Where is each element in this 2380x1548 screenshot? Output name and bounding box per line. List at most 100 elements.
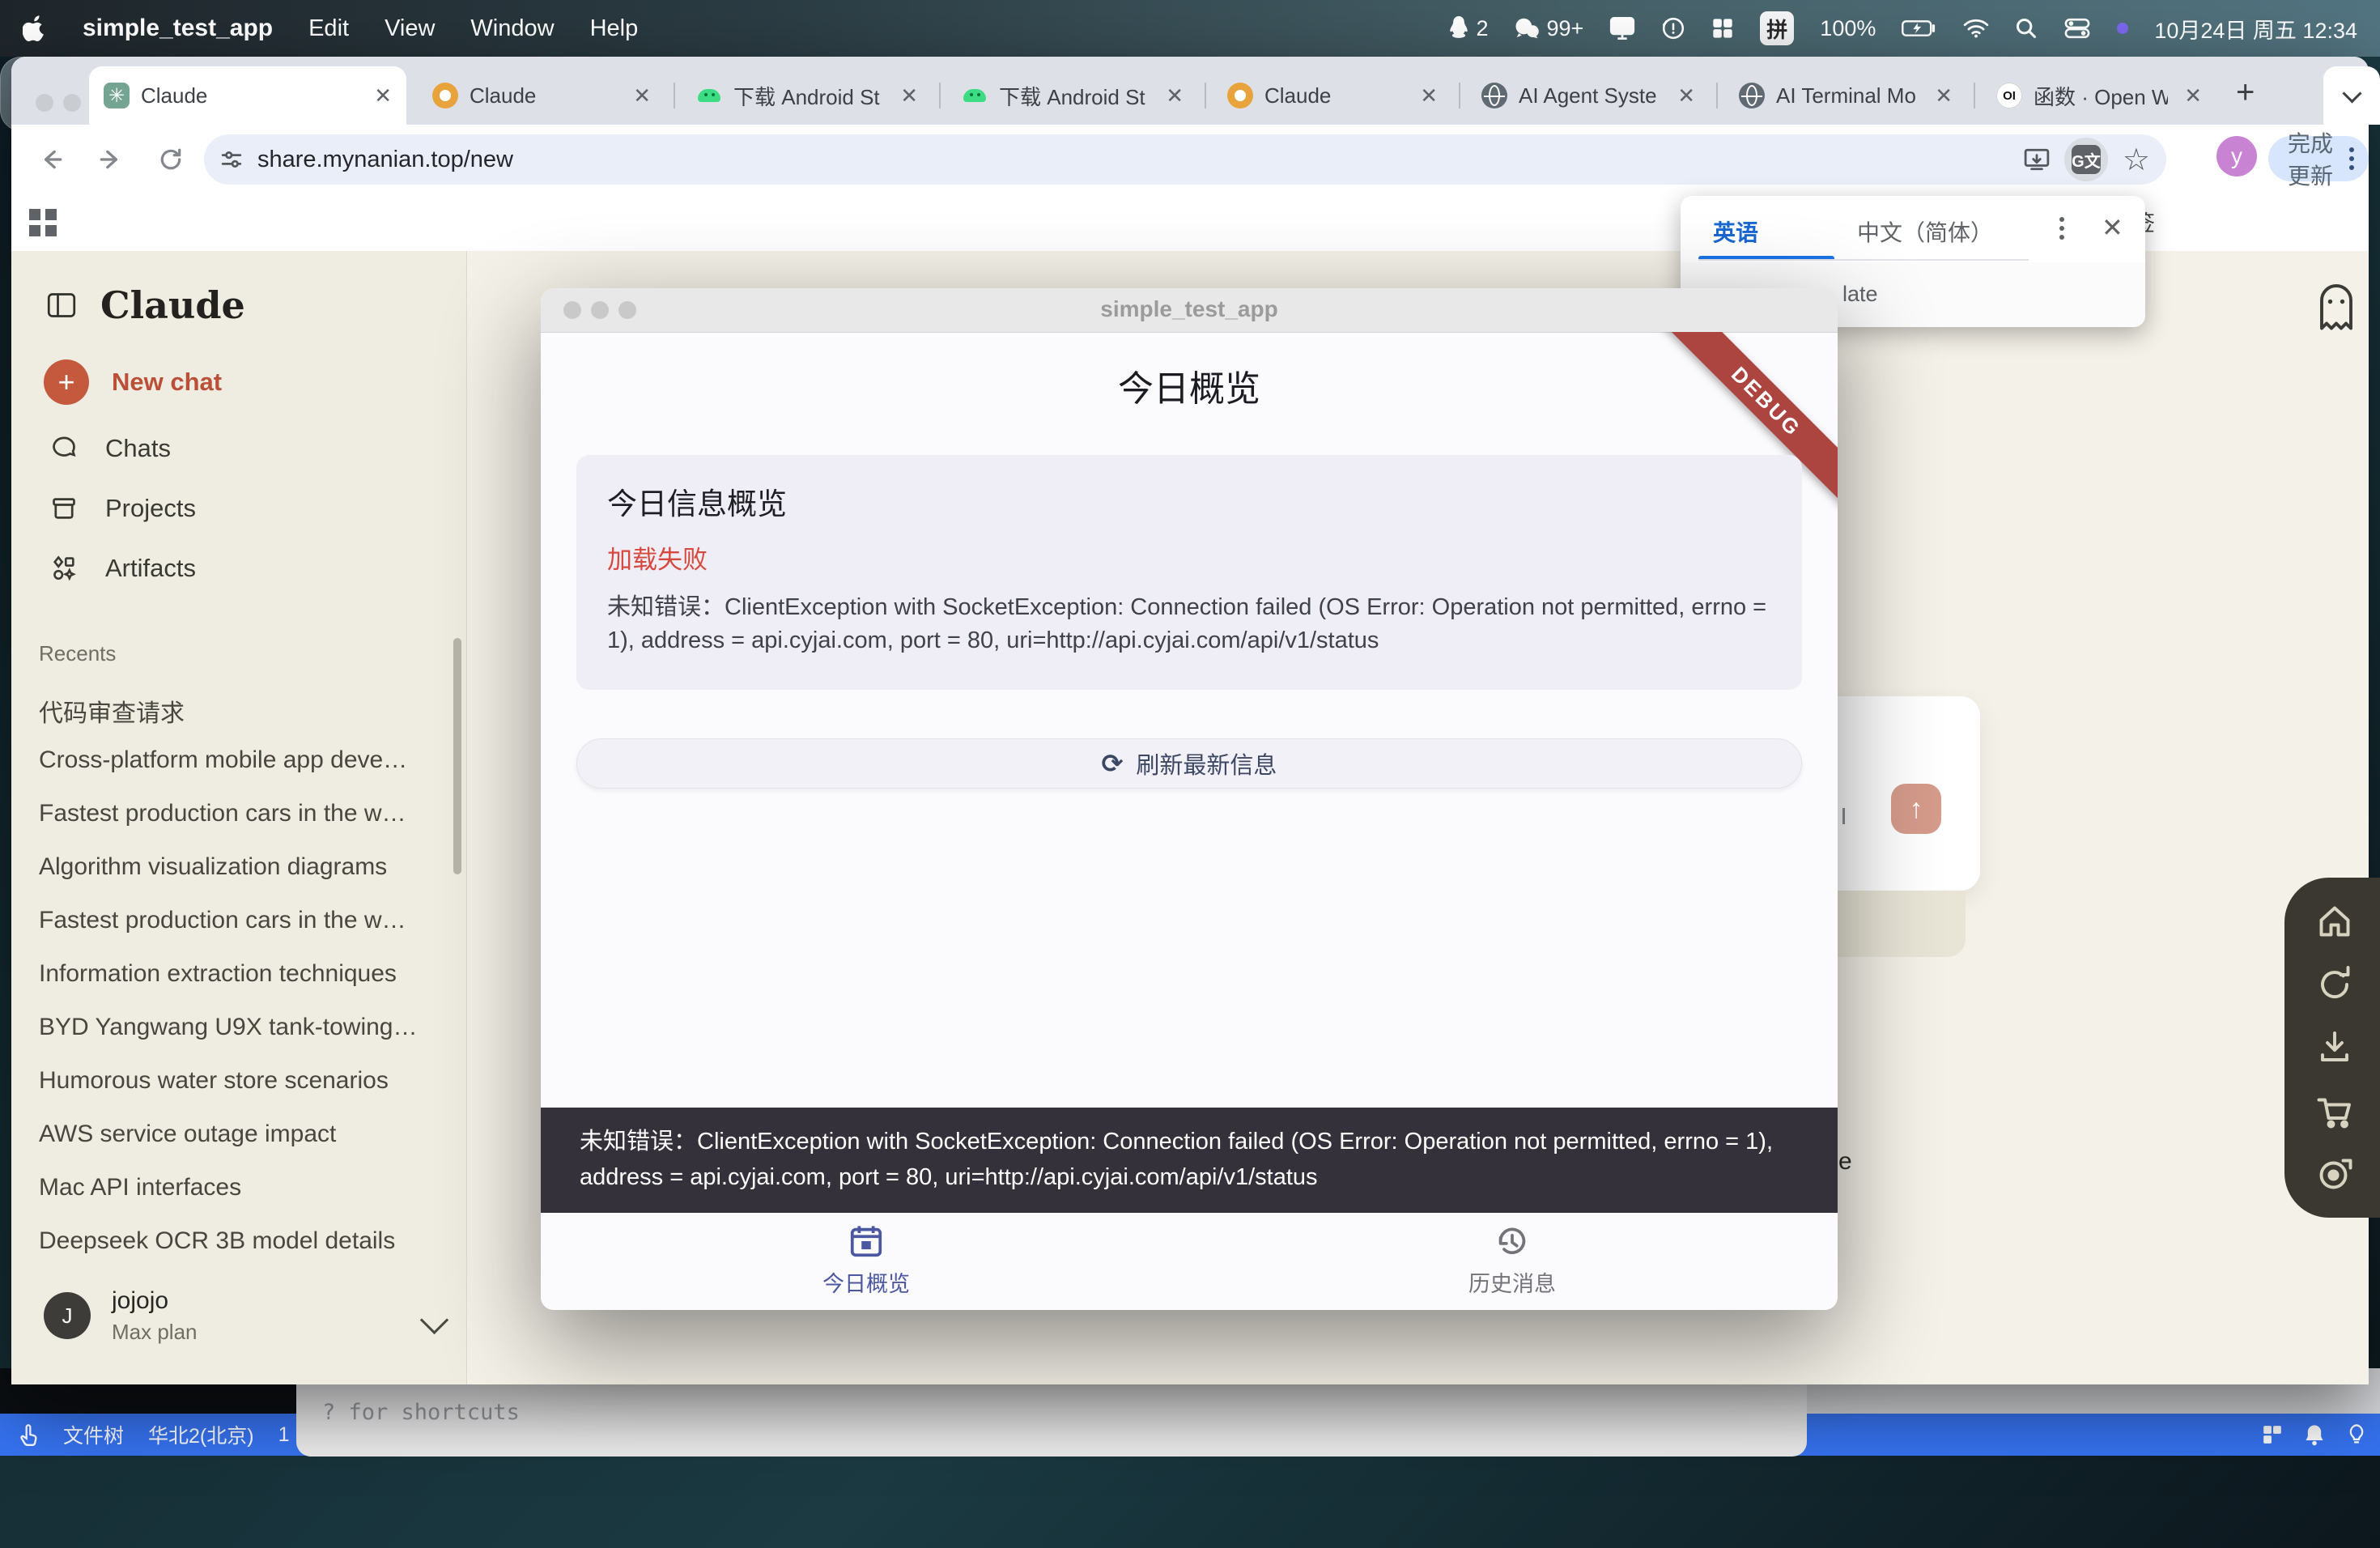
site-settings-icon[interactable]	[220, 148, 243, 171]
display-icon[interactable]	[1609, 16, 1635, 40]
browser-tab-3[interactable]: 下载 Android St ✕	[682, 66, 933, 125]
claude-sidebar: Claude + New chat Chats Projects Artifac…	[11, 251, 467, 1384]
calendar-icon	[848, 1223, 885, 1260]
tab-close-icon[interactable]: ✕	[1930, 83, 1953, 108]
new-chat-button[interactable]: + New chat	[44, 359, 222, 405]
browser-tab-7[interactable]: AI Terminal Mo ✕	[1724, 66, 1967, 125]
panels-icon[interactable]	[2262, 1424, 2283, 1445]
apple-logo-icon[interactable]	[23, 15, 47, 42]
tab-close-icon[interactable]: ✕	[895, 83, 918, 108]
tab-close-icon[interactable]: ✕	[1672, 83, 1695, 108]
recent-chat-item[interactable]: BYD Yangwang U9X tank-towing…	[39, 1014, 440, 1041]
recent-chat-item[interactable]: Humorous water store scenarios	[39, 1067, 440, 1095]
tab-search-chevron[interactable]	[2323, 66, 2380, 125]
cart-button[interactable]	[2315, 1091, 2354, 1130]
recent-chat-item[interactable]: Fastest production cars in the w…	[39, 800, 440, 827]
refresh-button[interactable]	[2315, 965, 2354, 1004]
hints-icon[interactable]	[2346, 1423, 2367, 1446]
tab-close-icon[interactable]: ✕	[1161, 83, 1184, 108]
menu-help[interactable]: Help	[590, 15, 639, 42]
new-tab-button[interactable]: +	[2236, 74, 2255, 111]
partial-attribution-text: late	[1842, 282, 1878, 307]
menu-window[interactable]: Window	[470, 15, 554, 42]
claude-logo[interactable]: Claude	[100, 283, 245, 327]
menubar: simple_test_app Edit View Window Help 2 …	[0, 0, 2380, 57]
window-minimize-button[interactable]	[63, 94, 81, 112]
modal-window-title: simple_test_app	[541, 296, 1838, 322]
user-name: jojojo	[112, 1287, 168, 1315]
refresh-latest-button[interactable]: ⟳ 刷新最新信息	[576, 738, 1802, 789]
window-grid-icon[interactable]	[1711, 17, 1734, 40]
send-button[interactable]: ↑	[1891, 784, 1941, 834]
user-menu[interactable]: J jojojo Max plan	[31, 1281, 447, 1365]
forward-button[interactable]	[89, 138, 133, 181]
page-title: 今日概览	[541, 359, 1838, 411]
menu-view[interactable]: View	[385, 15, 435, 42]
sidebar-item-projects[interactable]: Projects	[50, 494, 196, 523]
menubar-clock[interactable]: 10月24日 周五 12:34	[2154, 13, 2357, 45]
wifi-icon[interactable]	[1963, 18, 1989, 39]
simple-test-app-window: simple_test_app DEBUG 今日概览 今日信息概览 加载失败 未…	[541, 288, 1838, 1310]
apps-grid-icon[interactable]	[29, 209, 57, 236]
tab-close-icon[interactable]: ✕	[628, 83, 651, 108]
update-status-icon[interactable]	[1661, 16, 1685, 40]
control-center-icon[interactable]	[2063, 18, 2091, 39]
recent-chat-item[interactable]: Deepseek OCR 3B model details	[39, 1227, 440, 1255]
tab-close-icon[interactable]: ✕	[369, 83, 392, 108]
browser-menu-icon[interactable]	[2349, 147, 2354, 170]
sidebar-scrollbar[interactable]	[453, 638, 461, 874]
bookmark-star-icon[interactable]: ☆	[2123, 142, 2150, 178]
translate-icon[interactable]: G文	[2064, 138, 2108, 181]
recent-chat-item[interactable]: 代码审查请求	[39, 693, 440, 729]
ghost-icon	[2315, 283, 2357, 332]
chrome-update-button[interactable]: 完成更新	[2268, 136, 2369, 181]
model-selector-chevron[interactable]	[1842, 808, 1845, 823]
tab-close-icon[interactable]: ✕	[1415, 83, 1438, 108]
tab-today-overview[interactable]: 今日概览	[745, 1223, 988, 1298]
translate-tab-chinese[interactable]: 中文（简体）	[1857, 215, 1993, 248]
browser-tab-4[interactable]: 下载 Android St ✕	[947, 66, 1198, 125]
statusbar-file-tree[interactable]: 文件树	[63, 1420, 124, 1449]
install-cast-icon[interactable]	[2024, 147, 2050, 172]
battery-icon[interactable]	[1902, 19, 1937, 38]
recent-chat-item[interactable]: Information extraction techniques	[39, 960, 440, 988]
url-bar[interactable]: share.mynanian.top/new G文 ☆	[204, 134, 2166, 185]
modal-titlebar[interactable]: simple_test_app	[541, 288, 1838, 333]
spotlight-search-icon[interactable]	[2015, 17, 2038, 40]
sidebar-item-artifacts[interactable]: Artifacts	[50, 554, 196, 583]
sidebar-item-chats[interactable]: Chats	[50, 434, 171, 463]
download-button[interactable]	[2315, 1028, 2354, 1067]
profile-avatar[interactable]: y	[2216, 136, 2257, 176]
recent-chat-item[interactable]: Fastest production cars in the w…	[39, 907, 440, 934]
wechat-status-item[interactable]: 99+	[1514, 16, 1583, 41]
browser-tab-6[interactable]: AI Agent Syste ✕	[1467, 66, 1710, 125]
target-button[interactable]	[2315, 1155, 2354, 1193]
translate-close-icon[interactable]: ✕	[2102, 212, 2123, 243]
qq-status-item[interactable]: 2	[1448, 16, 1488, 41]
reload-button[interactable]	[149, 138, 193, 181]
sidebar-toggle-icon[interactable]	[47, 292, 76, 318]
tab-close-icon[interactable]: ✕	[2179, 83, 2202, 108]
error-message: 未知错误：ClientException with SocketExceptio…	[607, 591, 1773, 657]
url-text[interactable]: share.mynanian.top/new	[257, 147, 2009, 173]
translate-tab-english[interactable]: 英语	[1713, 215, 1758, 248]
back-button[interactable]	[29, 138, 73, 181]
notifications-bell-icon[interactable]	[2304, 1423, 2325, 1446]
input-method-icon[interactable]: 拼	[1760, 11, 1794, 45]
tab-history-messages[interactable]: 历史消息	[1391, 1223, 1634, 1298]
recent-chat-item[interactable]: Algorithm visualization diagrams	[39, 853, 440, 881]
home-button[interactable]	[2315, 902, 2354, 941]
browser-tab-8[interactable]: 函数 · Open We ✕	[1982, 66, 2216, 125]
menu-edit[interactable]: Edit	[308, 15, 349, 42]
window-close-button[interactable]	[36, 94, 53, 112]
recent-chat-item[interactable]: Cross-platform mobile app deve…	[39, 746, 440, 774]
menubar-app-name[interactable]: simple_test_app	[83, 15, 273, 42]
browser-tab-5[interactable]: Claude ✕	[1213, 66, 1452, 125]
statusbar-region[interactable]: 华北2(北京)	[148, 1420, 254, 1449]
recent-chat-item[interactable]: Mac API interfaces	[39, 1174, 440, 1201]
browser-tab-2[interactable]: Claude ✕	[418, 66, 665, 125]
translate-options-icon[interactable]	[2059, 217, 2064, 240]
browser-tab-1[interactable]: Claude ✕	[89, 66, 406, 125]
recent-chat-item[interactable]: AWS service outage impact	[39, 1121, 440, 1148]
touch-mode-icon[interactable]	[18, 1423, 39, 1446]
